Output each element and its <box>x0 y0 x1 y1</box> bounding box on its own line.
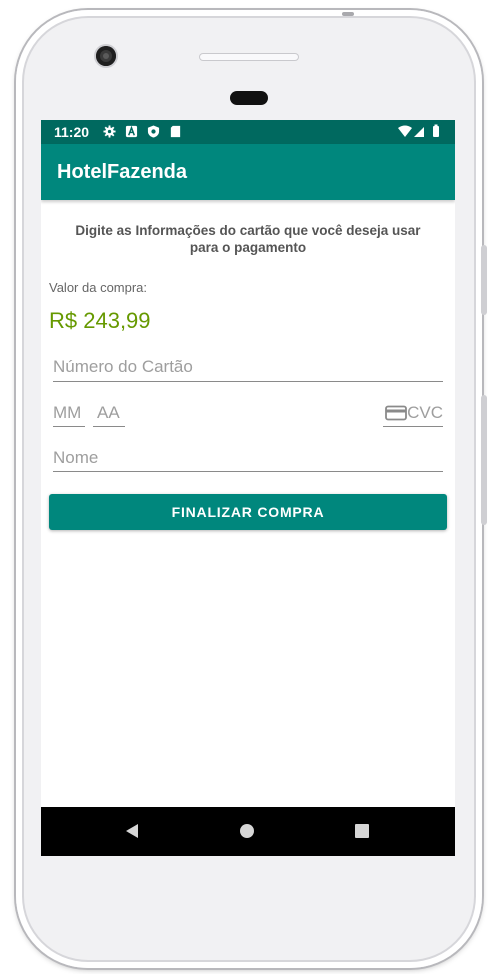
valor-value: R$ 243,99 <box>49 308 151 333</box>
a-icon <box>125 125 138 138</box>
earpiece-speaker <box>199 53 299 61</box>
finalizar-compra-button[interactable]: FINALIZAR COMPRA <box>49 494 447 530</box>
month-underline <box>53 426 85 427</box>
app-title: HotelFazenda <box>57 161 188 183</box>
cvc-input[interactable]: CVC <box>385 403 443 423</box>
proximity-sensor <box>230 91 268 105</box>
cvc-placeholder: CVC <box>407 403 443 422</box>
name-underline <box>53 471 443 472</box>
year-underline <box>93 426 125 427</box>
app-bar: HotelFazenda <box>41 144 455 200</box>
power-button <box>481 395 487 525</box>
navigation-bar <box>41 807 455 856</box>
status-bar: 11:20 <box>41 120 455 144</box>
name-input[interactable]: Nome <box>53 448 98 468</box>
status-time: 11:20 <box>54 124 90 140</box>
back-icon[interactable] <box>123 821 139 841</box>
sd-card-icon <box>170 125 181 138</box>
shield-icon <box>147 125 160 138</box>
valor-label: Valor da compra: <box>49 280 148 295</box>
year-input[interactable]: AA <box>97 403 120 423</box>
card-number-underline <box>53 381 443 382</box>
month-input[interactable]: MM <box>53 403 81 423</box>
screen: 11:20 HotelFazenda Digite as Informações… <box>41 120 455 856</box>
status-right <box>397 124 443 143</box>
system-status-icons <box>398 124 439 137</box>
signal-icon <box>414 127 424 137</box>
front-camera <box>96 46 116 66</box>
card-number-input[interactable]: Número do Cartão <box>53 357 193 377</box>
volume-button <box>481 245 487 315</box>
top-edge-mark <box>342 12 354 16</box>
wifi-icon <box>398 125 412 137</box>
gear-icon <box>103 125 116 138</box>
battery-icon <box>433 126 439 137</box>
recents-icon[interactable] <box>354 821 370 841</box>
home-icon[interactable] <box>239 821 255 841</box>
credit-card-icon <box>385 405 407 421</box>
cvc-underline <box>383 426 443 427</box>
instruction-text: Digite as Informações do cartão que você… <box>75 223 421 255</box>
